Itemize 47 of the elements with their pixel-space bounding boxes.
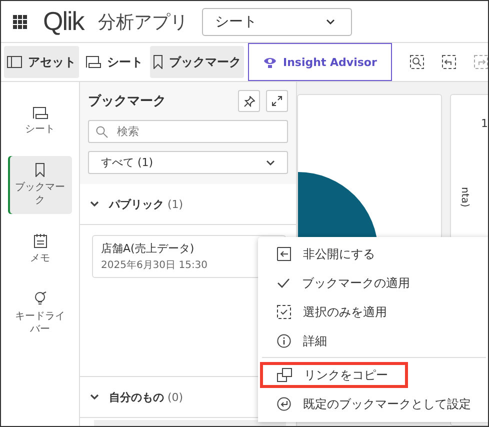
filter-dropdown[interactable]: すべて (1) <box>88 151 288 174</box>
toolbar-tab[interactable]: シート <box>83 46 146 78</box>
app-grid-icon[interactable] <box>13 14 27 28</box>
bulb-eye-icon <box>263 55 277 69</box>
section-header[interactable]: パブリック (1) <box>80 184 296 225</box>
search-selection-icon[interactable] <box>410 55 424 69</box>
qlik-logo: Qlik <box>43 6 84 37</box>
menu-item[interactable]: リンクをコピー <box>260 362 408 388</box>
search-icon <box>96 126 108 138</box>
sheet-dropdown[interactable]: シート <box>202 8 352 36</box>
axis-value: 1 <box>481 117 488 130</box>
pin-button[interactable] <box>238 90 260 112</box>
info-icon <box>277 334 291 348</box>
bookmark-name: 店舗A(売上データ) <box>101 241 196 256</box>
rail-item[interactable]: メモ <box>8 220 72 278</box>
panel-title: ブックマーク <box>88 92 167 110</box>
notepad-icon <box>34 234 46 248</box>
toolbar-tab[interactable]: アセット <box>4 46 79 78</box>
search-field[interactable]: 検索 <box>88 120 288 143</box>
bookmark-icon <box>35 163 45 177</box>
step-back-icon[interactable] <box>442 55 456 69</box>
rail-item[interactable]: ブックマーク <box>8 156 72 214</box>
chevron-icon <box>90 394 99 400</box>
expand-button[interactable] <box>266 90 288 112</box>
lightbulb-icon <box>32 290 48 306</box>
rail-item[interactable]: シート <box>8 92 72 150</box>
bookmark-icon <box>153 55 163 69</box>
bookmark-date: 2025年6月30日 15:30 <box>101 259 209 272</box>
copy-icon <box>277 368 292 382</box>
pin-icon <box>244 96 254 106</box>
chevron-down-icon <box>326 18 335 24</box>
axis-label: nta) <box>459 187 470 208</box>
chevron-icon <box>90 201 99 207</box>
menu-item[interactable]: 詳細 <box>260 328 488 354</box>
panel-icon <box>7 56 22 68</box>
toolbar-tab[interactable]: ブックマーク <box>150 46 244 78</box>
sheet-icon <box>86 56 101 68</box>
arrow-in-box-icon <box>277 247 291 261</box>
menu-item[interactable]: 選択のみを適用 <box>260 299 488 325</box>
sheet-icon <box>32 106 48 118</box>
insight-advisor-button[interactable]: Insight Advisor <box>248 43 392 81</box>
check-icon <box>277 278 290 288</box>
dashed-check-icon <box>277 305 291 319</box>
expand-icon <box>272 96 282 106</box>
chevron-down-icon <box>266 160 275 166</box>
rail-item[interactable]: キードライバー <box>8 284 72 342</box>
app-title: 分析アプリ <box>98 10 188 34</box>
